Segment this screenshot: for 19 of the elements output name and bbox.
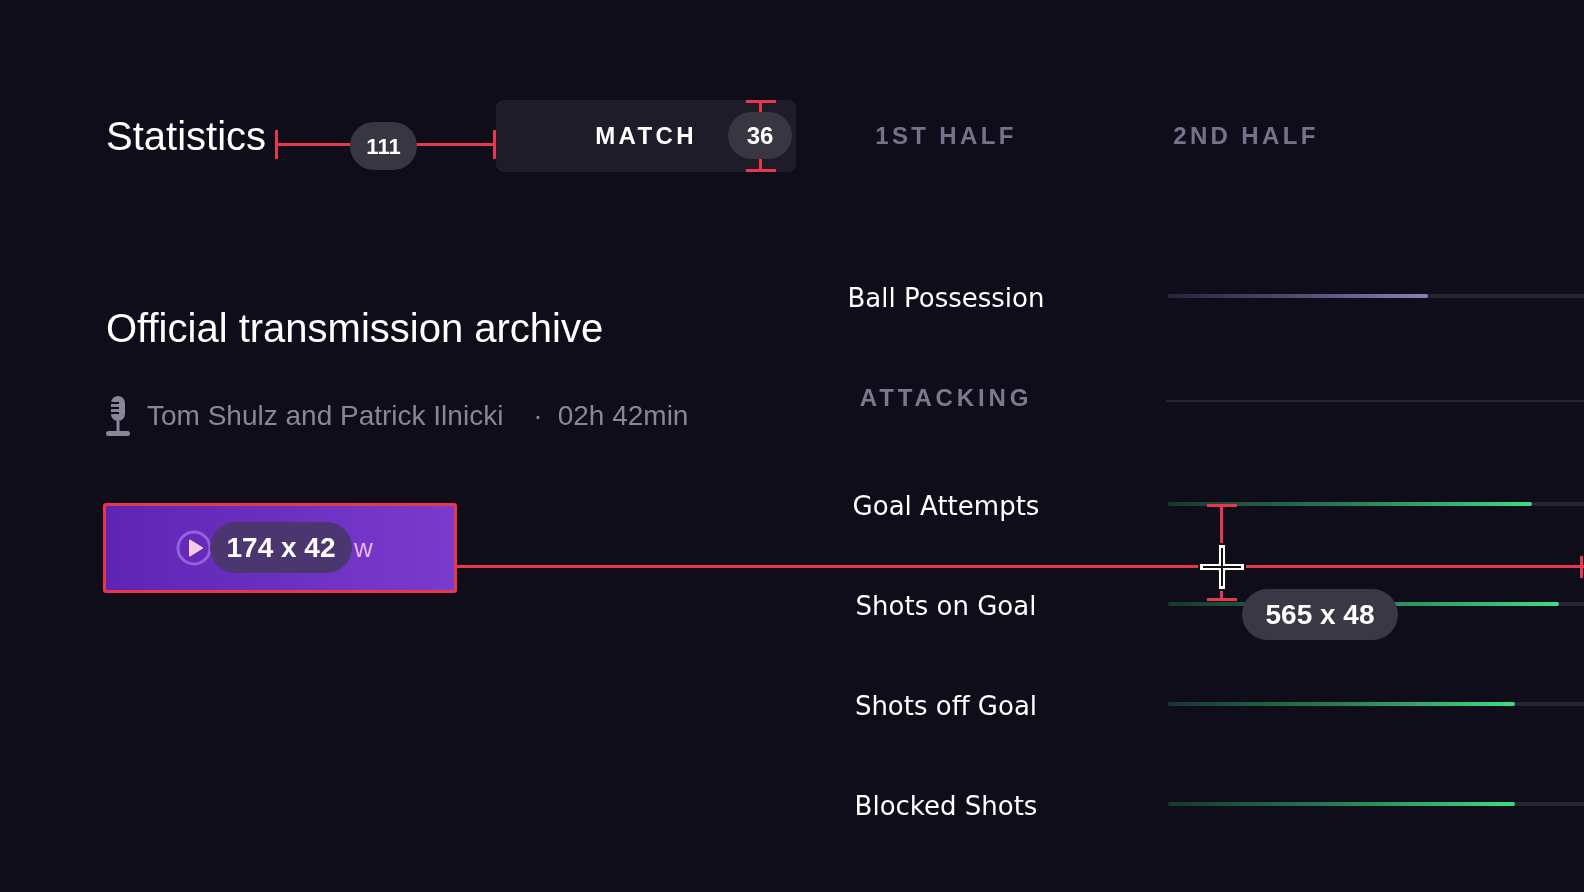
commentators-text: Tom Shulz and Patrick Ilnicki: [147, 399, 504, 433]
stat-label: Shots off Goal: [854, 689, 1038, 723]
stat-label: Goal Attempts: [852, 489, 1040, 523]
tab[interactable]: 1ST HALF: [796, 100, 1096, 172]
page-title: Statistics: [106, 113, 268, 159]
measure-label: 565 x 48: [1242, 589, 1398, 640]
stat-label: Blocked Shots: [854, 789, 1038, 823]
archive-title: Official transmission archive: [106, 305, 604, 351]
tab[interactable]: 2ND HALF: [1096, 100, 1396, 172]
play-icon: [176, 530, 212, 566]
crosshair-icon: [1197, 542, 1247, 592]
stat-label: Ball Possession: [847, 281, 1045, 315]
microphone-icon: [106, 396, 130, 436]
stat-label: Shots on Goal: [855, 589, 1037, 623]
measure-label: 174 x 42: [210, 522, 352, 573]
section-heading: ATTACKING: [859, 383, 1033, 413]
measure-label: 111: [350, 122, 417, 170]
duration-text: 02h 42min: [557, 399, 689, 433]
separator-dot: ·: [533, 399, 543, 433]
